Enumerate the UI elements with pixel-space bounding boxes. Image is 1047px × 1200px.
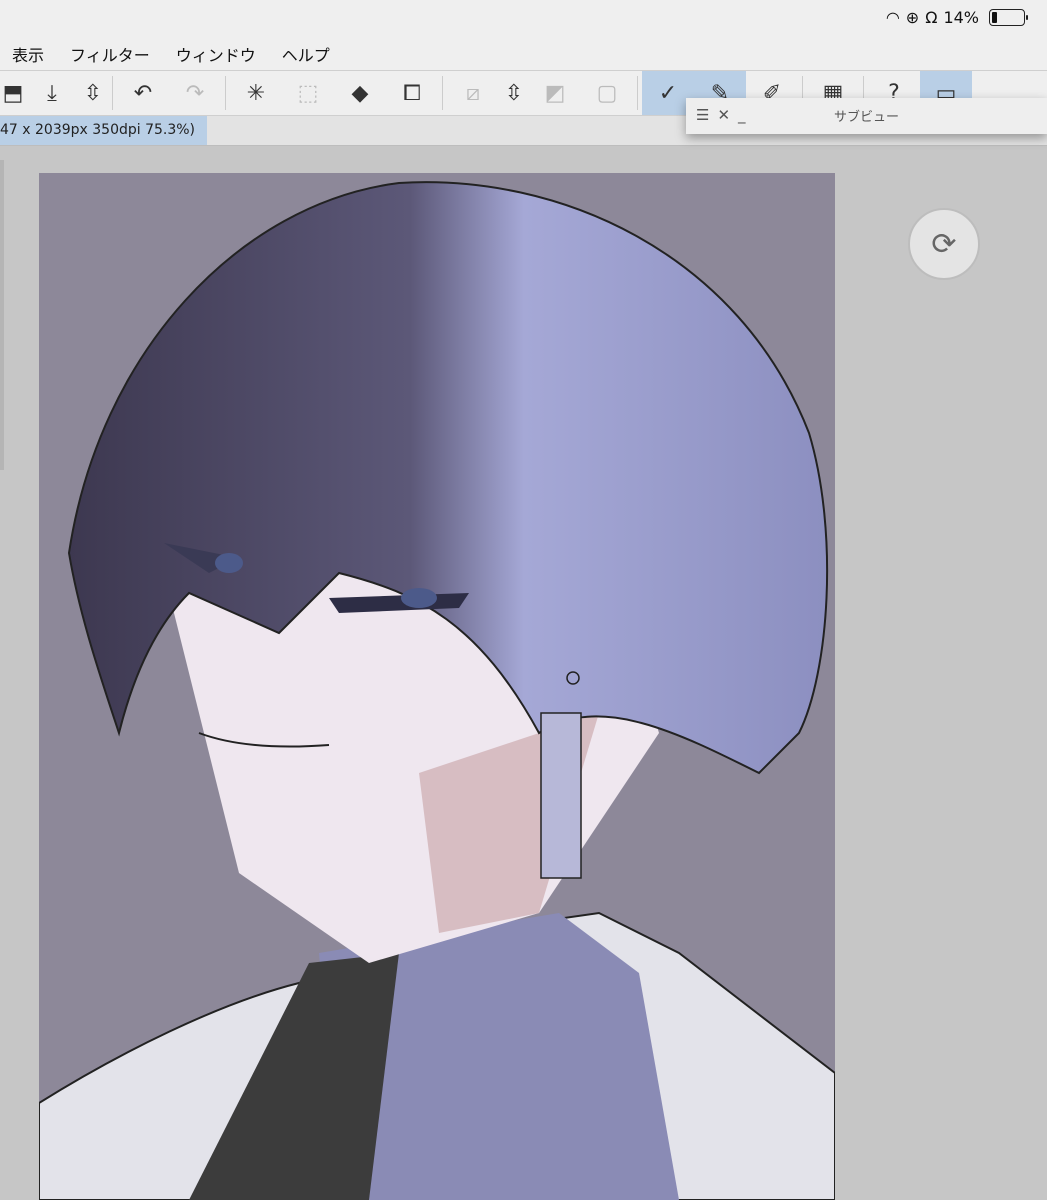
- artwork-canvas[interactable]: [39, 173, 835, 1200]
- fill-icon[interactable]: ◆: [334, 71, 386, 115]
- menu-window[interactable]: ウィンドウ: [176, 42, 256, 66]
- wifi-icon: ◠: [885, 8, 900, 27]
- menu-bar: 表示 フィルター ウィンドウ ヘルプ: [0, 38, 1047, 70]
- menu-icon[interactable]: ☰: [696, 106, 709, 124]
- close-icon[interactable]: ✕: [717, 106, 730, 124]
- rotation-lock-icon: ⊕: [905, 8, 920, 27]
- battery-icon: [989, 9, 1028, 26]
- deselect-icon[interactable]: ⧄: [447, 71, 499, 115]
- headphones-icon: Ω: [925, 8, 938, 27]
- subview-title: サブビュー: [834, 110, 900, 125]
- battery-percent: 14%: [943, 8, 979, 27]
- menu-filter[interactable]: フィルター: [70, 42, 150, 66]
- rotate-canvas-button[interactable]: ⟳: [908, 208, 980, 280]
- clear-selection-icon[interactable]: ✳: [230, 71, 282, 115]
- border-icon[interactable]: ▢: [581, 71, 633, 115]
- updown2-icon[interactable]: ⇳: [499, 71, 529, 115]
- subview-panel: ☰ ✕ _ サブビュー: [686, 98, 1047, 134]
- undo-icon[interactable]: ↶: [117, 71, 169, 115]
- artwork-illustration: [39, 181, 835, 1200]
- menu-help[interactable]: ヘルプ: [282, 42, 330, 66]
- share-icon[interactable]: ⬒: [0, 71, 26, 115]
- minimize-icon[interactable]: _: [738, 106, 746, 124]
- document-tab[interactable]: 47 x 2039px 350dpi 75.3%): [0, 116, 208, 145]
- save-icon[interactable]: ⤓: [26, 71, 78, 115]
- select-icon[interactable]: ⬚: [282, 71, 334, 115]
- transform-icon[interactable]: ⧠: [386, 71, 438, 115]
- rotate-icon: ⟳: [931, 226, 957, 262]
- menu-view[interactable]: 表示: [12, 42, 44, 66]
- updown-icon[interactable]: ⇳: [78, 71, 108, 115]
- left-panel-handle[interactable]: [0, 160, 4, 470]
- status-bar: ◠ ⊕ Ω 14%: [0, 0, 1047, 38]
- redo-icon[interactable]: ↷: [169, 71, 221, 115]
- invert-icon[interactable]: ◩: [529, 71, 581, 115]
